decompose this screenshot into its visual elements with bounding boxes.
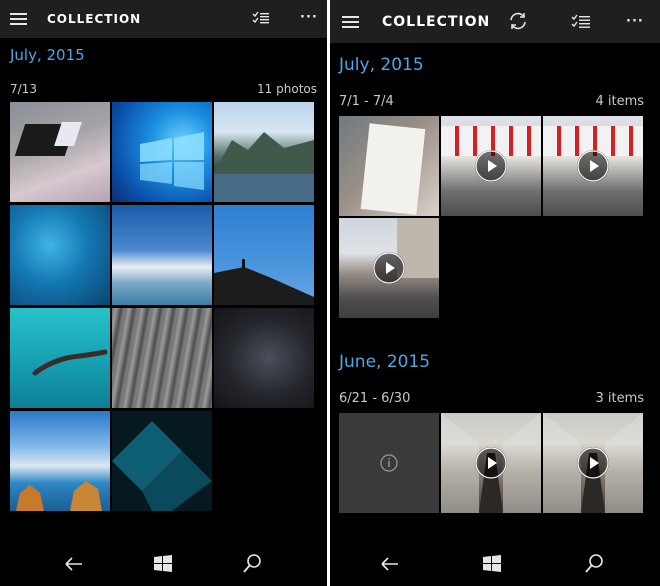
photo-tile-teal-abstract[interactable]: [112, 411, 212, 511]
back-arrow-icon[interactable]: [62, 552, 86, 576]
rock-arch-shape: [16, 481, 102, 511]
photo-tile-hiker[interactable]: [214, 205, 314, 305]
item-count-july: 4 items: [595, 94, 644, 109]
item-count-june: 3 items: [595, 391, 644, 406]
play-icon[interactable]: [475, 150, 507, 182]
photo-tile-windows-hero[interactable]: [112, 102, 212, 202]
back-arrow-icon[interactable]: [378, 552, 402, 576]
photo-tile-clouds[interactable]: [112, 205, 212, 305]
windows-light-shape: [140, 132, 204, 190]
month-heading-july: July, 2015: [339, 55, 424, 75]
photo-tile-rock-arches[interactable]: [10, 411, 110, 511]
video-tile-hallway-2[interactable]: [543, 413, 643, 513]
video-tile-street[interactable]: [339, 218, 439, 318]
right-phone-screen: COLLECTION ··· July, 2015 7/1 - 7/4 4 it…: [330, 0, 660, 586]
photo-count: 11 photos: [257, 82, 317, 96]
video-tile-barrier-1[interactable]: [441, 116, 541, 216]
checklist-icon[interactable]: [252, 11, 270, 25]
app-header: COLLECTION ···: [330, 0, 660, 43]
photo-tile-rock-texture[interactable]: [112, 308, 212, 408]
photo-tile-swimmer[interactable]: [10, 308, 110, 408]
video-tile-barrier-2[interactable]: [543, 116, 643, 216]
play-icon[interactable]: [577, 150, 609, 182]
date-range-june: 6/21 - 6/30: [339, 391, 411, 406]
photo-tile-night-sky[interactable]: [214, 308, 314, 408]
receipt-paper: [360, 123, 426, 215]
search-icon[interactable]: [240, 552, 264, 576]
checklist-icon[interactable]: [571, 14, 591, 30]
left-phone-screen: COLLECTION ··· July, 2015 7/13 11 photos: [0, 0, 327, 586]
page-title: COLLECTION: [382, 14, 491, 30]
ellipsis-icon[interactable]: ···: [626, 14, 644, 29]
photo-tile-mountain-lake[interactable]: [214, 102, 314, 202]
ellipsis-icon[interactable]: ···: [300, 10, 318, 25]
play-icon[interactable]: [373, 252, 405, 284]
search-icon[interactable]: [582, 552, 606, 576]
group-date: 7/13: [10, 82, 37, 96]
teal-ribbon-shape: [112, 421, 212, 511]
sync-icon[interactable]: [507, 10, 529, 32]
windows-logo-icon[interactable]: [480, 552, 504, 576]
windows-logo-icon[interactable]: [151, 552, 175, 576]
mountain-shape: [214, 132, 314, 202]
play-icon[interactable]: [475, 447, 507, 479]
photo-tile-blue-texture[interactable]: [10, 205, 110, 305]
hamburger-icon[interactable]: [342, 16, 359, 28]
month-heading-june: June, 2015: [339, 352, 431, 372]
info-icon: [380, 454, 398, 472]
system-nav-bar: [0, 542, 327, 586]
hamburger-icon[interactable]: [10, 13, 27, 25]
play-icon[interactable]: [577, 447, 609, 479]
page-title: COLLECTION: [47, 12, 142, 26]
video-tile-hallway-1[interactable]: [441, 413, 541, 513]
cliff-shape: [214, 259, 314, 305]
swimmer-shape: [32, 349, 108, 376]
app-header: COLLECTION ···: [0, 0, 327, 38]
placeholder-tile[interactable]: [339, 413, 439, 513]
system-nav-bar: [330, 542, 660, 586]
date-range-july: 7/1 - 7/4: [339, 94, 394, 109]
month-heading: July, 2015: [10, 46, 85, 64]
photo-tile-receipt[interactable]: [339, 116, 439, 216]
photo-tile-laptop[interactable]: [10, 102, 110, 202]
